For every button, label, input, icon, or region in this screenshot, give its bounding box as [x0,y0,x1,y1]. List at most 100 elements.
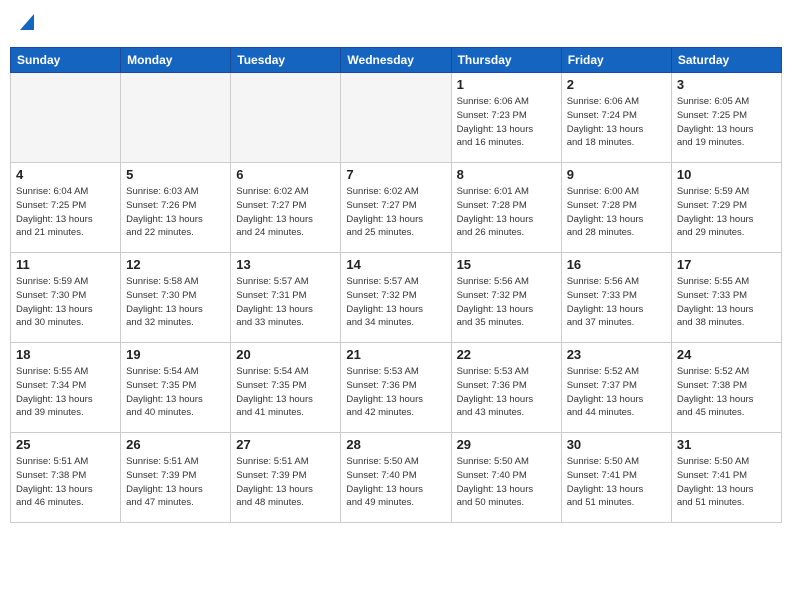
day-number: 3 [677,77,776,92]
day-cell: 27 Sunrise: 5:51 AM Sunset: 7:39 PM Dayli… [231,433,341,523]
day-number: 20 [236,347,335,362]
day-info: Sunrise: 5:53 AM Sunset: 7:36 PM Dayligh… [346,365,445,420]
day-number: 21 [346,347,445,362]
day-info: Sunrise: 5:52 AM Sunset: 7:38 PM Dayligh… [677,365,776,420]
day-cell: 10 Sunrise: 5:59 AM Sunset: 7:29 PM Dayli… [671,163,781,253]
day-number: 17 [677,257,776,272]
day-info: Sunrise: 6:02 AM Sunset: 7:27 PM Dayligh… [236,185,335,240]
day-number: 23 [567,347,666,362]
day-number: 26 [126,437,225,452]
day-info: Sunrise: 5:51 AM Sunset: 7:39 PM Dayligh… [126,455,225,510]
day-info: Sunrise: 6:05 AM Sunset: 7:25 PM Dayligh… [677,95,776,150]
day-info: Sunrise: 5:51 AM Sunset: 7:39 PM Dayligh… [236,455,335,510]
day-number: 28 [346,437,445,452]
day-number: 30 [567,437,666,452]
day-number: 14 [346,257,445,272]
day-cell: 31 Sunrise: 5:50 AM Sunset: 7:41 PM Dayli… [671,433,781,523]
day-info: Sunrise: 5:51 AM Sunset: 7:38 PM Dayligh… [16,455,115,510]
day-cell: 23Sunrise: 5:52 AM Sunset: 7:37 PM Dayli… [561,343,671,433]
day-number: 24 [677,347,776,362]
day-number: 8 [457,167,556,182]
day-info: Sunrise: 5:57 AM Sunset: 7:31 PM Dayligh… [236,275,335,330]
day-cell: 30 Sunrise: 5:50 AM Sunset: 7:41 PM Dayli… [561,433,671,523]
week-row-4: 18 Sunrise: 5:55 AM Sunset: 7:34 PM Dayli… [11,343,782,433]
day-cell: 12Sunrise: 5:58 AM Sunset: 7:30 PM Dayli… [121,253,231,343]
day-cell: 9 Sunrise: 6:00 AM Sunset: 7:28 PM Daylig… [561,163,671,253]
logo-triangle-icon [20,14,34,35]
day-info: Sunrise: 6:04 AM Sunset: 7:25 PM Dayligh… [16,185,115,240]
day-cell: 28 Sunrise: 5:50 AM Sunset: 7:40 PM Dayli… [341,433,451,523]
day-cell: 7Sunrise: 6:02 AM Sunset: 7:27 PM Daylig… [341,163,451,253]
day-number: 16 [567,257,666,272]
day-info: Sunrise: 5:56 AM Sunset: 7:32 PM Dayligh… [457,275,556,330]
day-number: 4 [16,167,115,182]
day-cell: 11 Sunrise: 5:59 AM Sunset: 7:30 PM Dayli… [11,253,121,343]
day-cell [11,73,121,163]
day-cell: 8 Sunrise: 6:01 AM Sunset: 7:28 PM Daylig… [451,163,561,253]
day-number: 11 [16,257,115,272]
day-cell: 2 Sunrise: 6:06 AM Sunset: 7:24 PM Daylig… [561,73,671,163]
day-cell [341,73,451,163]
day-number: 15 [457,257,556,272]
day-info: Sunrise: 6:02 AM Sunset: 7:27 PM Dayligh… [346,185,445,240]
day-cell: 16 Sunrise: 5:56 AM Sunset: 7:33 PM Dayli… [561,253,671,343]
weekday-header-monday: Monday [121,48,231,73]
day-cell: 3 Sunrise: 6:05 AM Sunset: 7:25 PM Daylig… [671,73,781,163]
day-cell: 17 Sunrise: 5:55 AM Sunset: 7:33 PM Dayli… [671,253,781,343]
day-info: Sunrise: 5:50 AM Sunset: 7:40 PM Dayligh… [457,455,556,510]
day-number: 12 [126,257,225,272]
weekday-header-friday: Friday [561,48,671,73]
day-info: Sunrise: 5:50 AM Sunset: 7:41 PM Dayligh… [567,455,666,510]
weekday-header-thursday: Thursday [451,48,561,73]
day-number: 13 [236,257,335,272]
day-number: 6 [236,167,335,182]
day-cell: 21 Sunrise: 5:53 AM Sunset: 7:36 PM Dayli… [341,343,451,433]
day-info: Sunrise: 6:01 AM Sunset: 7:28 PM Dayligh… [457,185,556,240]
day-cell: 25Sunrise: 5:51 AM Sunset: 7:38 PM Dayli… [11,433,121,523]
day-cell: 26 Sunrise: 5:51 AM Sunset: 7:39 PM Dayli… [121,433,231,523]
day-cell: 24 Sunrise: 5:52 AM Sunset: 7:38 PM Dayli… [671,343,781,433]
day-info: Sunrise: 5:57 AM Sunset: 7:32 PM Dayligh… [346,275,445,330]
day-cell: 1Sunrise: 6:06 AM Sunset: 7:23 PM Daylig… [451,73,561,163]
day-number: 19 [126,347,225,362]
day-number: 10 [677,167,776,182]
day-number: 31 [677,437,776,452]
week-row-2: 4 Sunrise: 6:04 AM Sunset: 7:25 PM Daylig… [11,163,782,253]
day-info: Sunrise: 5:53 AM Sunset: 7:36 PM Dayligh… [457,365,556,420]
day-cell: 29 Sunrise: 5:50 AM Sunset: 7:40 PM Dayli… [451,433,561,523]
day-number: 18 [16,347,115,362]
day-number: 5 [126,167,225,182]
day-info: Sunrise: 6:06 AM Sunset: 7:24 PM Dayligh… [567,95,666,150]
day-cell [231,73,341,163]
day-info: Sunrise: 6:03 AM Sunset: 7:26 PM Dayligh… [126,185,225,240]
day-number: 2 [567,77,666,92]
day-cell: 6 Sunrise: 6:02 AM Sunset: 7:27 PM Daylig… [231,163,341,253]
week-row-1: 1Sunrise: 6:06 AM Sunset: 7:23 PM Daylig… [11,73,782,163]
day-info: Sunrise: 5:50 AM Sunset: 7:41 PM Dayligh… [677,455,776,510]
day-info: Sunrise: 6:00 AM Sunset: 7:28 PM Dayligh… [567,185,666,240]
week-row-3: 11 Sunrise: 5:59 AM Sunset: 7:30 PM Dayli… [11,253,782,343]
weekday-header-sunday: Sunday [11,48,121,73]
week-row-5: 25Sunrise: 5:51 AM Sunset: 7:38 PM Dayli… [11,433,782,523]
day-info: Sunrise: 5:55 AM Sunset: 7:33 PM Dayligh… [677,275,776,330]
day-info: Sunrise: 5:55 AM Sunset: 7:34 PM Dayligh… [16,365,115,420]
day-cell: 4 Sunrise: 6:04 AM Sunset: 7:25 PM Daylig… [11,163,121,253]
day-info: Sunrise: 5:59 AM Sunset: 7:30 PM Dayligh… [16,275,115,330]
day-info: Sunrise: 5:54 AM Sunset: 7:35 PM Dayligh… [126,365,225,420]
logo [18,14,34,35]
day-number: 9 [567,167,666,182]
calendar-table: SundayMondayTuesdayWednesdayThursdayFrid… [10,47,782,523]
day-info: Sunrise: 6:06 AM Sunset: 7:23 PM Dayligh… [457,95,556,150]
day-cell: 20 Sunrise: 5:54 AM Sunset: 7:35 PM Dayli… [231,343,341,433]
day-cell: 13 Sunrise: 5:57 AM Sunset: 7:31 PM Dayli… [231,253,341,343]
day-cell: 22 Sunrise: 5:53 AM Sunset: 7:36 PM Dayli… [451,343,561,433]
day-info: Sunrise: 5:54 AM Sunset: 7:35 PM Dayligh… [236,365,335,420]
day-number: 22 [457,347,556,362]
day-info: Sunrise: 5:59 AM Sunset: 7:29 PM Dayligh… [677,185,776,240]
day-info: Sunrise: 5:56 AM Sunset: 7:33 PM Dayligh… [567,275,666,330]
day-info: Sunrise: 5:50 AM Sunset: 7:40 PM Dayligh… [346,455,445,510]
day-number: 27 [236,437,335,452]
day-cell: 18 Sunrise: 5:55 AM Sunset: 7:34 PM Dayli… [11,343,121,433]
day-number: 29 [457,437,556,452]
weekday-header-saturday: Saturday [671,48,781,73]
